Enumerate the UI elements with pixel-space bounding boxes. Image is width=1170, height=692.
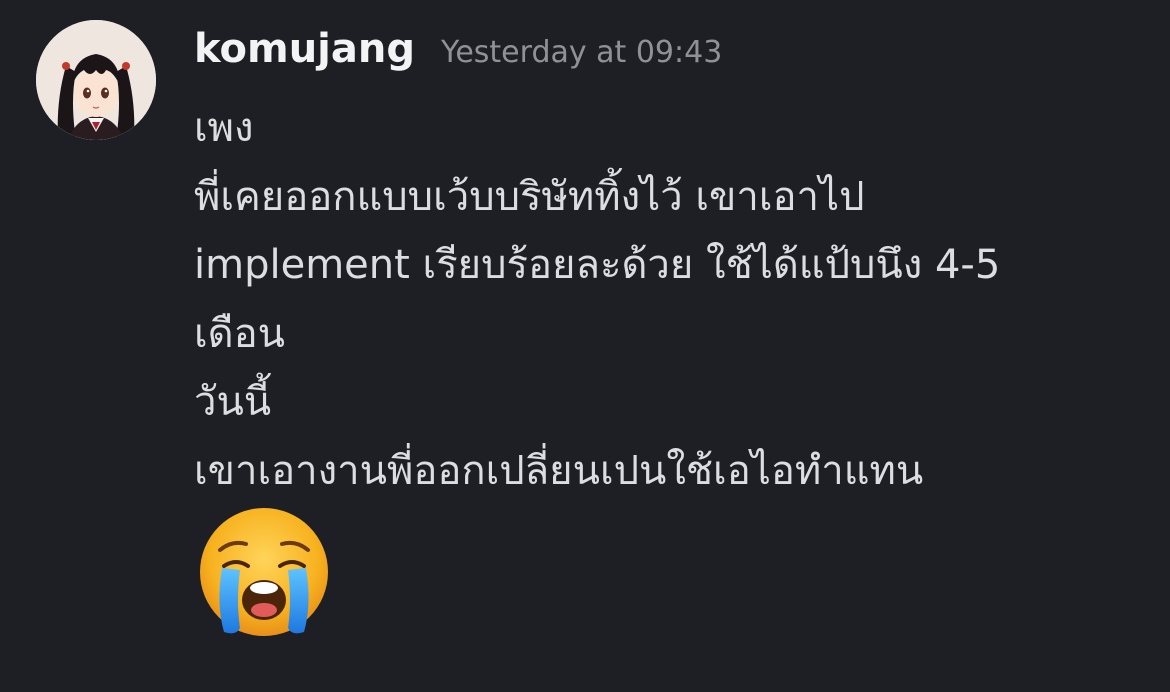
- loudly-crying-face-icon[interactable]: [196, 504, 332, 640]
- message-line: วันนี้: [194, 379, 272, 425]
- message-line: เดือน: [194, 310, 286, 357]
- message-line: implement เรียบร้อยละด้วย ใช้ได้แป้บนึง …: [194, 242, 1001, 288]
- chat-message: komujang Yesterday at 09:43 เพง พี่เคยออ…: [0, 0, 1170, 692]
- message-content: เพง พี่เคยออกแบบเว้บบริษัททิ้งไว้ เขาเอา…: [194, 94, 1134, 505]
- message-line: เขาเอางานพี่ออกเปลี่ยนเปนใช้เอไอทำแทน: [194, 447, 924, 494]
- message-line: พี่เคยออกแบบเว้บบริษัททิ้งไว้ เขาเอาไป: [194, 173, 865, 220]
- message-header: komujang Yesterday at 09:43: [194, 26, 722, 86]
- message-line: เพง: [194, 105, 254, 151]
- username[interactable]: komujang: [194, 26, 415, 72]
- avatar[interactable]: [36, 20, 156, 140]
- timestamp: Yesterday at 09:43: [440, 35, 723, 70]
